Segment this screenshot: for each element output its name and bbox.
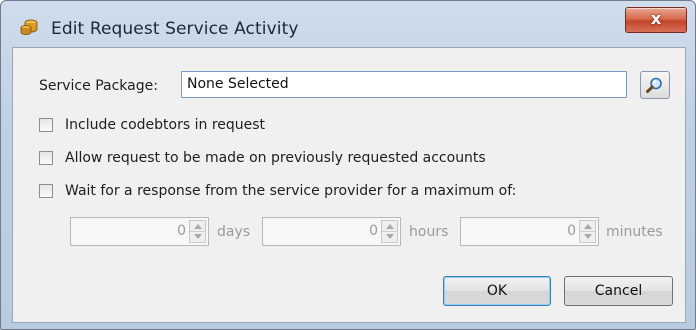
hours-label: hours	[409, 224, 449, 240]
spin-up-icon	[584, 224, 592, 229]
spin-up-icon	[386, 224, 394, 229]
coins-icon	[19, 18, 39, 36]
spin-down-icon	[584, 234, 592, 239]
spin-down-icon	[194, 234, 202, 239]
magnifier-icon	[646, 77, 662, 93]
days-spinner[interactable]: 0	[70, 217, 209, 246]
spin-down-icon	[386, 234, 394, 239]
minutes-label: minutes	[606, 224, 663, 240]
hours-spinner-arrows[interactable]	[381, 220, 398, 243]
dialog-window: Edit Request Service Activity x Service …	[0, 0, 696, 330]
service-package-search-button[interactable]	[640, 71, 670, 99]
spin-up-icon	[194, 224, 202, 229]
days-spinner-arrows[interactable]	[189, 220, 206, 243]
wait-for-response-checkbox[interactable]	[39, 184, 53, 198]
days-value: 0	[177, 223, 186, 239]
minutes-spinner-arrows[interactable]	[579, 220, 596, 243]
days-label: days	[217, 224, 251, 240]
hours-value: 0	[369, 223, 378, 239]
allow-previous-requests-label: Allow request to be made on previously r…	[65, 150, 486, 166]
hours-spinner[interactable]: 0	[262, 217, 401, 246]
include-codebtors-label: Include codebtors in request	[65, 117, 266, 133]
close-icon: x	[650, 9, 662, 28]
minutes-spinner[interactable]: 0	[460, 217, 599, 246]
close-button[interactable]: x	[625, 7, 687, 33]
include-codebtors-checkbox[interactable]	[39, 118, 53, 132]
allow-previous-requests-checkbox[interactable]	[39, 151, 53, 165]
window-title: Edit Request Service Activity	[51, 19, 299, 39]
cancel-button[interactable]: Cancel	[564, 276, 673, 306]
ok-button[interactable]: OK	[443, 276, 551, 306]
service-package-field[interactable]: None Selected	[181, 71, 627, 98]
title-bar[interactable]: Edit Request Service Activity x	[1, 1, 695, 45]
wait-for-response-label: Wait for a response from the service pro…	[65, 183, 517, 199]
minutes-value: 0	[567, 223, 576, 239]
service-package-label: Service Package:	[39, 78, 158, 94]
dialog-body: Service Package: None Selected Include c…	[12, 47, 686, 323]
